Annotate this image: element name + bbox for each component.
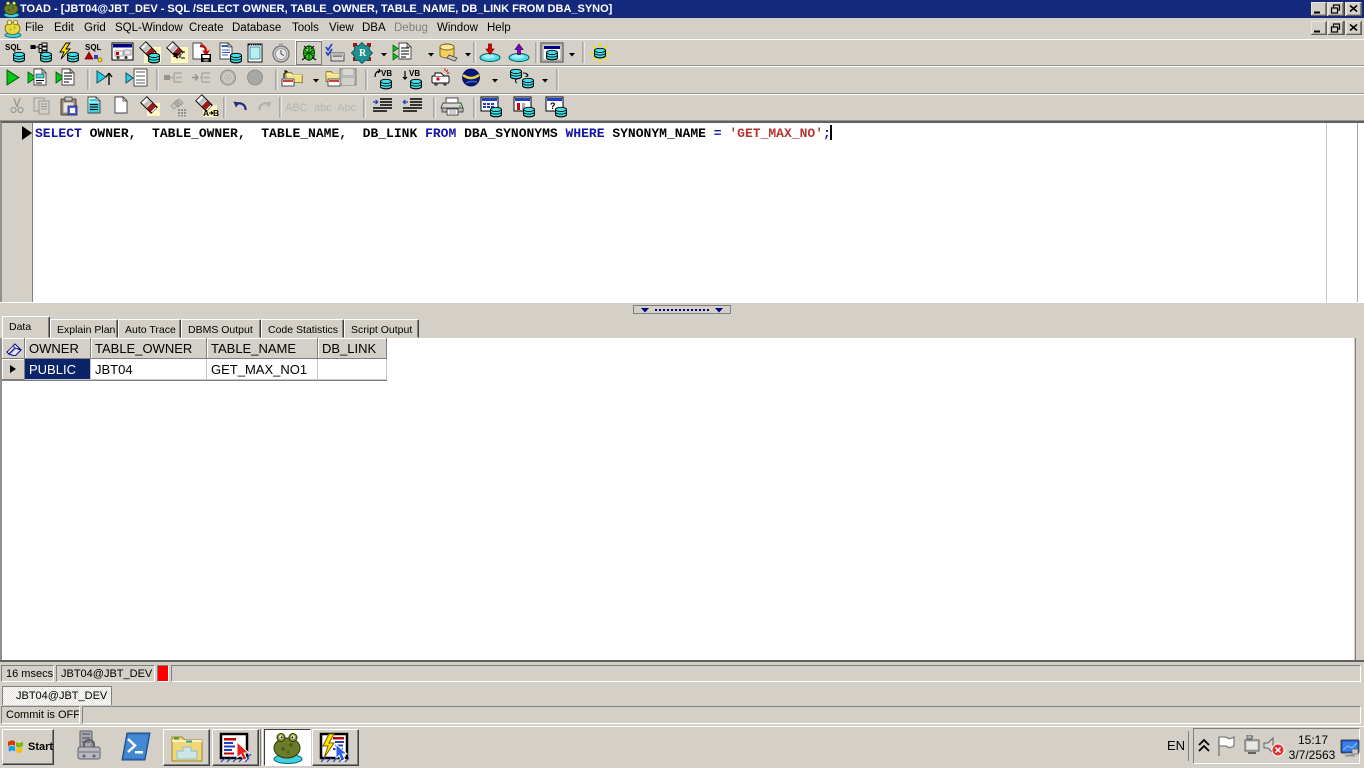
svg-text:ABC: ABC <box>285 102 308 114</box>
svg-text:?: ? <box>550 101 556 111</box>
svg-text:abc: abc <box>314 102 332 114</box>
svg-text:VB: VB <box>409 69 420 78</box>
svg-text:Abc: Abc <box>337 102 356 114</box>
svg-text:R: R <box>359 48 367 59</box>
svg-text:B: B <box>213 108 219 118</box>
svg-text:A: A <box>203 108 209 118</box>
svg-text:VB: VB <box>381 69 392 78</box>
